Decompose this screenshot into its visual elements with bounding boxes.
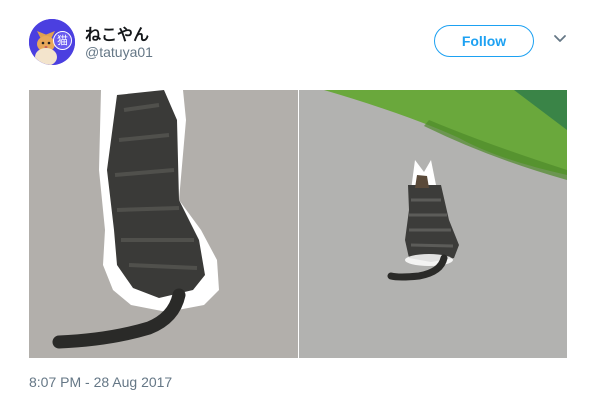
tweet-media xyxy=(29,90,567,358)
tweet-photo-2[interactable] xyxy=(299,90,567,358)
follow-button[interactable]: Follow xyxy=(434,25,534,57)
tweet-timestamp[interactable]: 8:07 PM - 28 Aug 2017 xyxy=(29,374,172,390)
display-name[interactable]: ねこやん xyxy=(85,21,149,45)
avatar[interactable]: 猫 xyxy=(29,19,75,65)
chevron-down-icon[interactable] xyxy=(552,31,568,47)
user-handle[interactable]: @tatuya01 xyxy=(85,44,153,60)
avatar-badge: 猫 xyxy=(53,31,72,50)
tweet-photo-1[interactable] xyxy=(29,90,298,358)
tweet-header: 猫 ねこやん @tatuya01 Follow xyxy=(29,17,579,69)
